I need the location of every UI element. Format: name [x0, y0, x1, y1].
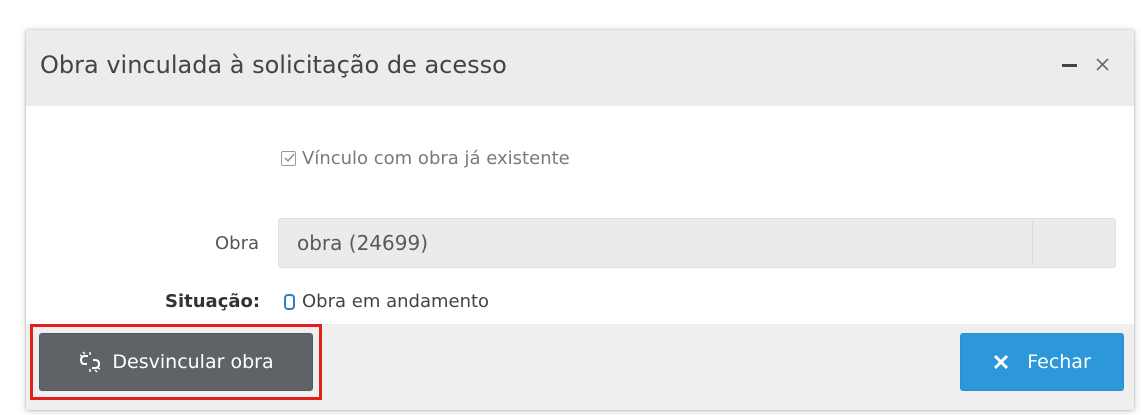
- fechar-button[interactable]: Fechar: [960, 333, 1124, 391]
- unlink-obra-label: Desvincular obra: [112, 351, 274, 373]
- unlink-icon: [78, 350, 102, 374]
- dialog-header: Obra vinculada à solicitação de acesso: [26, 30, 1134, 106]
- minimize-button[interactable]: [1057, 52, 1083, 78]
- obra-label: Obra: [215, 233, 260, 254]
- obra-field-divider: [1032, 221, 1033, 265]
- dialog-footer: Desvincular obra Fechar: [26, 324, 1134, 410]
- minus-icon: [1062, 64, 1077, 67]
- situacao-label: Situação:: [165, 291, 261, 312]
- dialog-body: Vínculo com obra já existente Obra Situa…: [26, 106, 1134, 324]
- status-icon: [284, 294, 295, 310]
- close-icon: [1096, 58, 1109, 71]
- x-icon: [993, 354, 1009, 370]
- link-existing-checkbox-label: Vínculo com obra já existente: [302, 147, 570, 169]
- fechar-label: Fechar: [1027, 351, 1091, 373]
- close-button[interactable]: [1090, 52, 1116, 78]
- link-existing-checkbox-row[interactable]: Vínculo com obra já existente: [281, 147, 570, 169]
- dialog-window: Obra vinculada à solicitação de acesso V…: [26, 30, 1134, 410]
- obra-field[interactable]: [278, 218, 1116, 268]
- unlink-obra-button[interactable]: Desvincular obra: [39, 333, 313, 391]
- link-existing-checkbox[interactable]: [281, 150, 296, 166]
- situacao-value: Obra em andamento: [302, 291, 490, 312]
- dialog-title: Obra vinculada à solicitação de acesso: [40, 51, 507, 79]
- check-icon: [284, 153, 295, 162]
